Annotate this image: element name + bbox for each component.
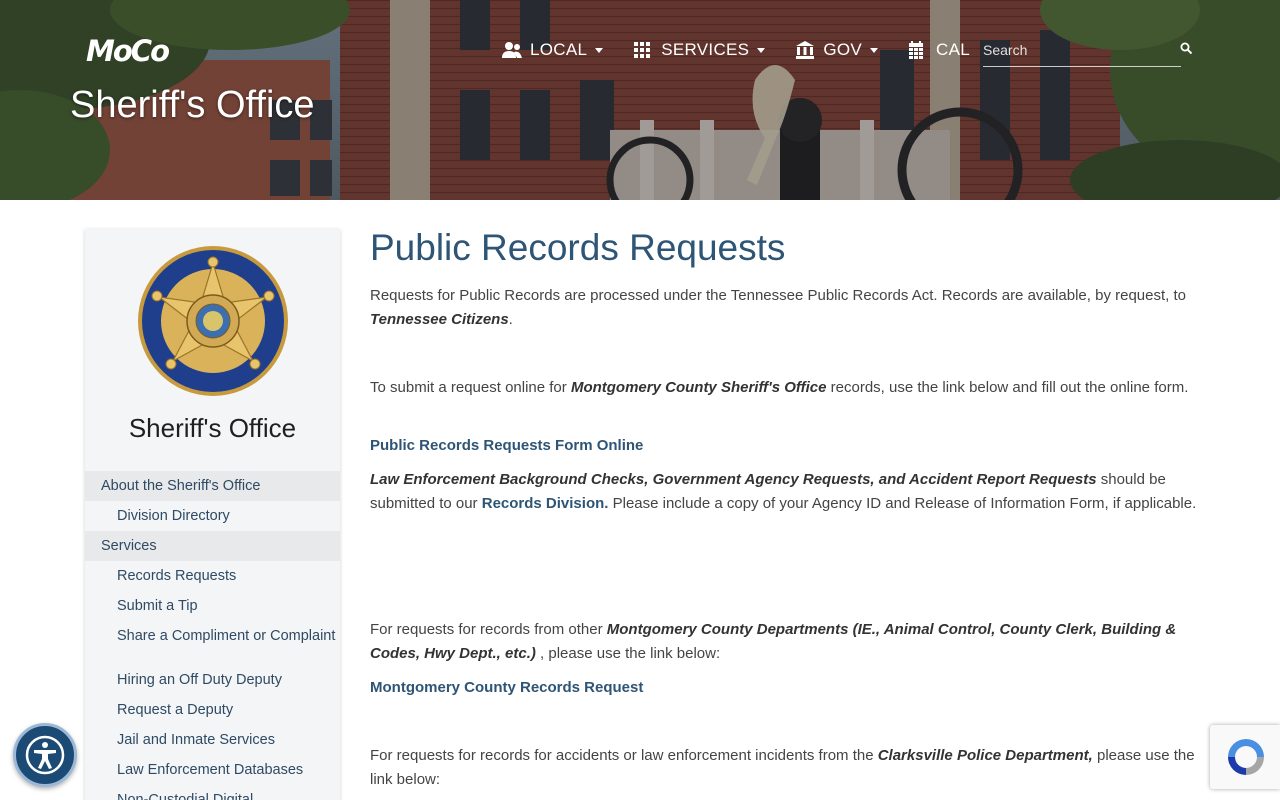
departments-end: , please use the link below: [535,645,721,662]
sidebar-item-division-directory[interactable]: Division Directory [85,501,340,531]
online-request-emphasis: Montgomery County Sheriff's Office [570,379,827,396]
sidebar-item-non-custodial[interactable]: Non-Custodial Digital [85,785,340,800]
recaptcha-badge[interactable] [1210,725,1280,789]
nav-services[interactable]: SERVICES [633,40,766,60]
sidebar-item-services[interactable]: Services [85,531,340,561]
nav-gov[interactable]: GOV [795,40,879,60]
police-text: For requests for records for accidents o… [370,747,878,764]
sidebar-title: Sheriff's Office [128,413,297,443]
sidebar-item-about[interactable]: About the Sheriff's Office [85,471,340,501]
calendar-icon [909,41,924,59]
intro-end: . [508,311,513,328]
search-input[interactable] [983,36,1163,64]
form-link-paragraph: Public Records Requests Form Online [370,434,1200,458]
search-box [983,36,1193,67]
background-check-paragraph: Law Enforcement Background Checks, Gover… [370,468,1200,516]
sidebar-item-jail-inmate[interactable]: Jail and Inmate Services [85,725,340,755]
accessibility-icon [25,735,65,775]
intro-paragraph: Requests for Public Records are processe… [370,284,1200,332]
building-columns-icon [796,41,815,59]
logo-text: MoCo [86,34,170,68]
sidebar-item-off-duty-deputy[interactable]: Hiring an Off Duty Deputy [85,665,340,695]
background-check-emphasis: Law Enforcement Background Checks, Gover… [370,471,1097,488]
sidebar-item-records-requests[interactable]: Records Requests [85,561,340,591]
sidebar-item-submit-tip[interactable]: Submit a Tip [85,591,340,621]
public-records-form-link[interactable]: Public Records Requests Form Online [370,437,643,454]
sidebar-menu: About the Sheriff's Office Division Dire… [85,471,340,800]
grid-icon [634,42,651,58]
chevron-down-icon [757,47,766,53]
sidebar-item-le-databases[interactable]: Law Enforcement Databases [85,755,340,785]
county-link-paragraph: Montgomery County Records Request [370,676,1200,700]
intro-emphasis: Tennessee Citizens [370,311,509,328]
nav-cal-label: CAL [936,40,970,59]
main-content: Public Records Requests Requests for Pub… [370,226,1200,788]
nav-local-label: LOCAL [530,40,588,59]
sheriff-badge-icon [137,245,289,397]
nav-services-label: SERVICES [661,40,750,59]
hero-header: MoCo Sheriff's Office LOCAL SERVICES GOV… [0,0,1280,200]
page-title: Public Records Requests [370,227,786,268]
nav-local[interactable]: LOCAL [502,40,604,60]
online-request-text: To submit a request online for [370,379,571,396]
nav-gov-label: GOV [823,40,863,59]
county-records-request-link[interactable]: Montgomery County Records Request [370,679,643,696]
nav-cal[interactable]: CAL [908,40,970,60]
sidebar-item-compliment-complaint[interactable]: Share a Compliment or Complaint [85,621,340,665]
records-division-link[interactable]: Records Division. [482,495,609,512]
online-request-end: records, use the link below and fill out… [826,379,1189,396]
departments-text: For requests for records from other [370,621,607,638]
site-title: Sheriff's Office [70,84,315,126]
accessibility-button[interactable] [13,723,77,787]
intro-text: Requests for Public Records are processe… [370,287,1186,304]
sidebar: Sheriff's Office About the Sheriff's Off… [85,229,340,800]
recaptcha-icon [1228,739,1264,775]
chevron-down-icon [870,47,879,53]
background-check-end: Please include a copy of your Agency ID … [608,495,1197,512]
users-icon [502,42,522,58]
search-icon[interactable] [1180,42,1193,55]
police-paragraph: For requests for records for accidents o… [370,744,1200,792]
online-request-paragraph: To submit a request online for Montgomer… [370,376,1200,400]
top-navigation: LOCAL SERVICES GOV CAL [502,36,1000,64]
chevron-down-icon [595,47,604,53]
moco-logo[interactable]: MoCo [86,34,176,70]
sidebar-item-request-deputy[interactable]: Request a Deputy [85,695,340,725]
departments-paragraph: For requests for records from other Mont… [370,618,1200,666]
police-emphasis: Clarksville Police Department, [877,747,1093,764]
